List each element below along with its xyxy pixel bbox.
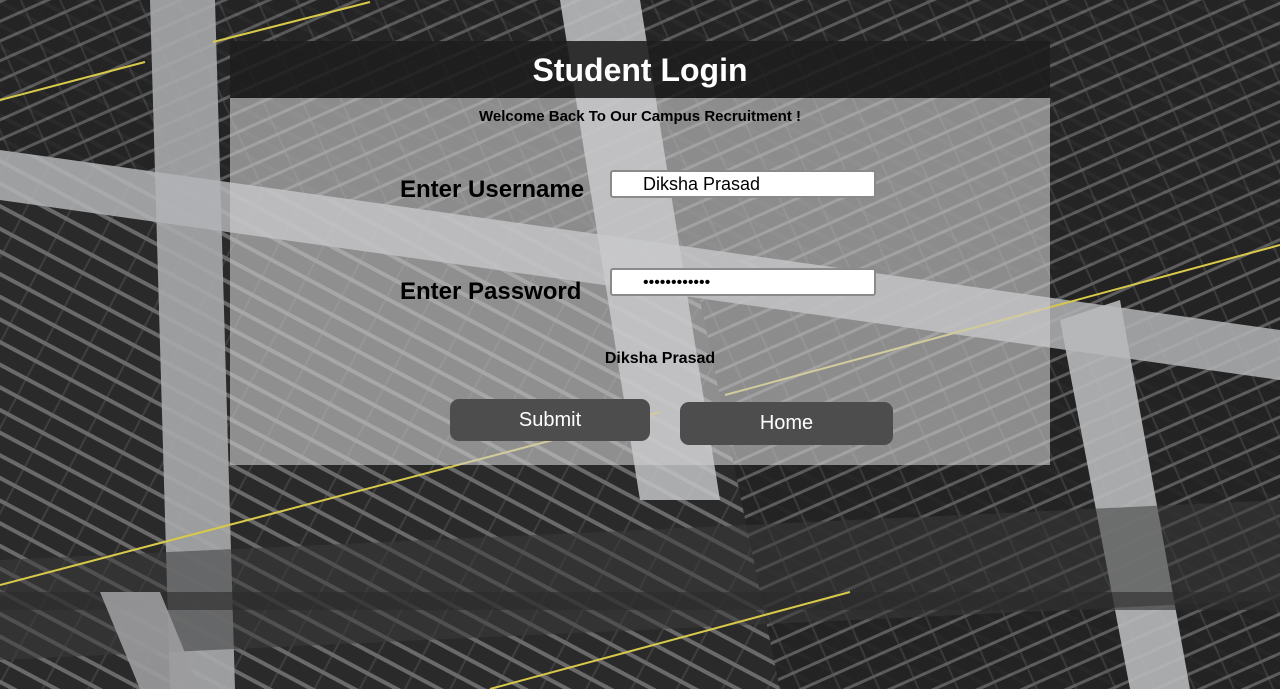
login-panel: Student Login Welcome Back To Our Campus… — [230, 41, 1050, 465]
username-label: Enter Username — [400, 176, 585, 203]
password-label: Enter Password — [400, 278, 582, 305]
home-button[interactable]: Home — [680, 402, 893, 445]
page-title: Student Login — [532, 52, 748, 88]
status-text: Diksha Prasad — [604, 350, 716, 367]
panel-header: Student Login — [230, 41, 1050, 98]
username-input[interactable] — [610, 170, 876, 198]
submit-button[interactable]: Submit — [450, 399, 650, 441]
welcome-message: Welcome Back To Our Campus Recruitment ! — [478, 108, 802, 125]
password-input[interactable]: •••••••••••• — [610, 268, 876, 296]
login-form: Welcome Back To Our Campus Recruitment !… — [230, 98, 1050, 465]
